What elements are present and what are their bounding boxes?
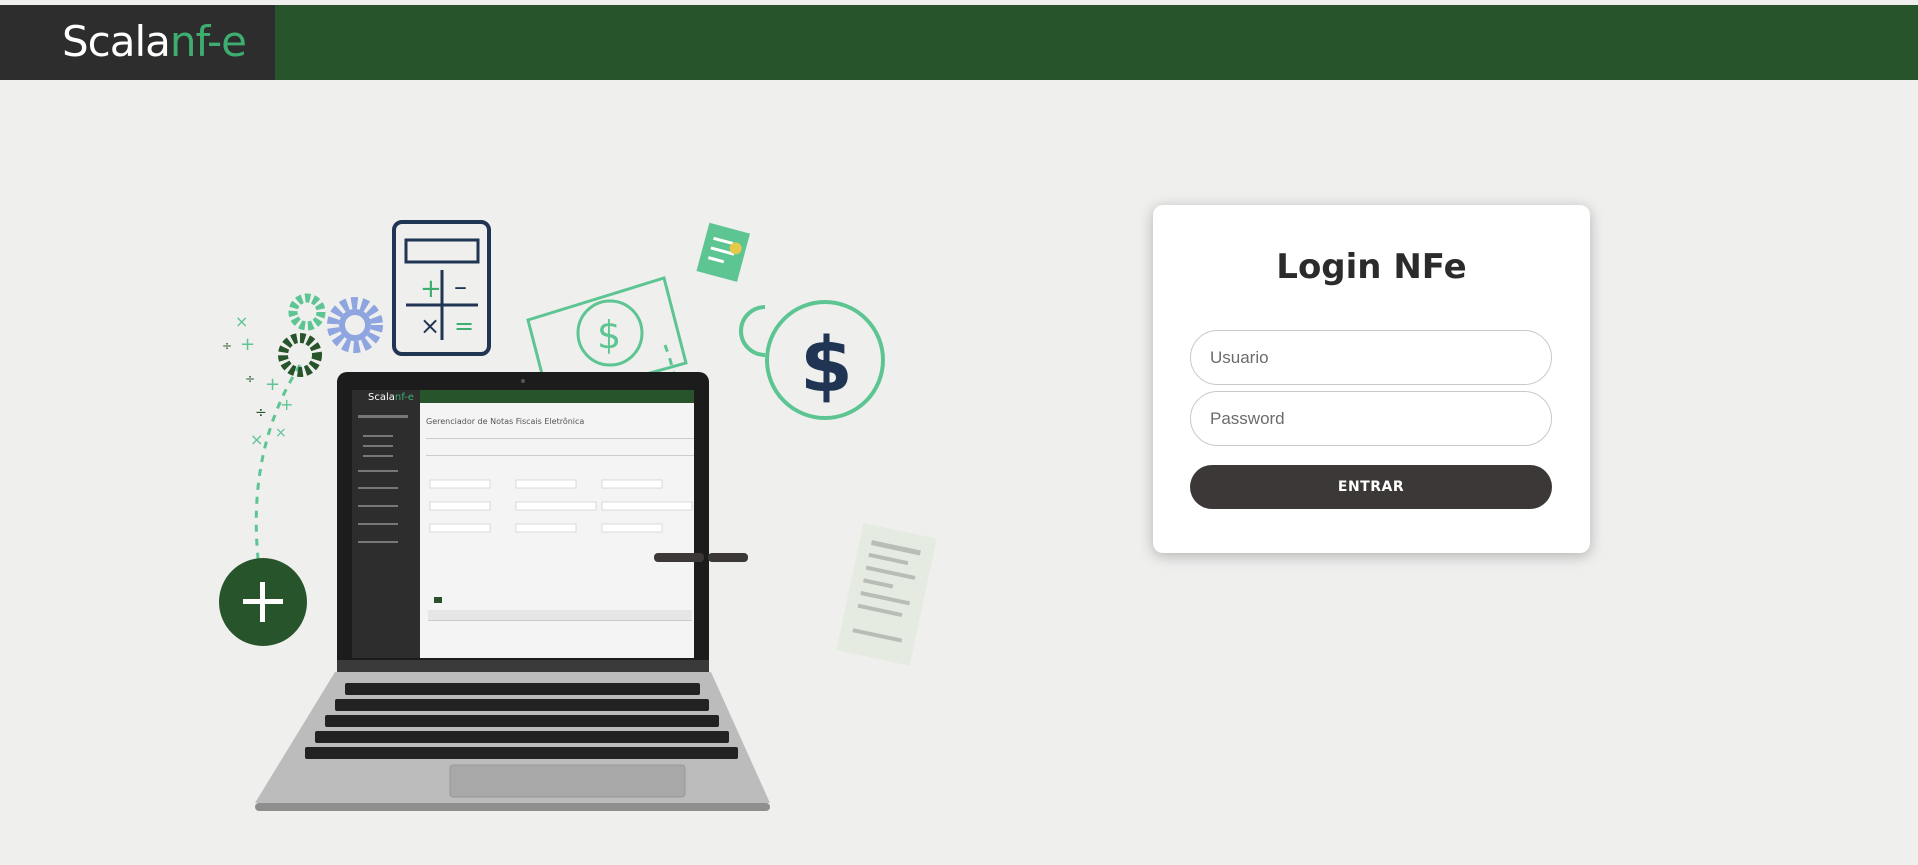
svg-text:+: + xyxy=(280,395,293,414)
receipt-icon xyxy=(836,522,937,666)
screen-title: Gerenciador de Notas Fiscais Eletrônica xyxy=(426,416,584,426)
app-logo: Scalanf-e xyxy=(62,17,247,66)
svg-text:=: = xyxy=(454,312,474,340)
login-submit-button[interactable]: ENTRAR xyxy=(1190,465,1552,509)
svg-text:÷: ÷ xyxy=(245,372,255,386)
screen-logo: Scalanf-e xyxy=(368,392,414,403)
gear-icon xyxy=(278,293,383,377)
top-bar xyxy=(0,5,1918,80)
svg-text:×: × xyxy=(420,312,440,340)
svg-text:+: + xyxy=(420,274,442,304)
svg-text:×: × xyxy=(250,430,263,449)
svg-text:×: × xyxy=(275,425,287,441)
username-input[interactable] xyxy=(1190,330,1552,385)
svg-text:$: $ xyxy=(800,320,853,409)
svg-text:+: + xyxy=(265,374,280,395)
svg-text:–: – xyxy=(454,272,467,302)
decorative-marks: × + ÷ + ÷ + ÷ × × xyxy=(222,312,293,449)
login-title: Login NFe xyxy=(1276,247,1467,287)
logo-container: Scalanf-e xyxy=(0,5,275,80)
hero-illustration: + – × = × + ÷ + ÷ + ÷ × × $ $ Scalanf-e … xyxy=(219,220,937,811)
calculator-icon: + – × = xyxy=(392,220,491,356)
svg-text:+: + xyxy=(240,334,255,355)
coin-dollar-icon: $ xyxy=(739,300,885,420)
svg-text:÷: ÷ xyxy=(255,405,267,421)
laptop: Scalanf-e Gerenciador de Notas Fiscais E… xyxy=(255,372,770,811)
plus-circle-icon xyxy=(219,558,307,646)
svg-text:$: $ xyxy=(597,313,621,357)
svg-text:×: × xyxy=(235,312,248,331)
login-card: Login NFe ENTRAR xyxy=(1153,205,1590,553)
ticket-icon xyxy=(696,222,750,282)
svg-text:÷: ÷ xyxy=(222,339,232,353)
password-input[interactable] xyxy=(1190,391,1552,446)
